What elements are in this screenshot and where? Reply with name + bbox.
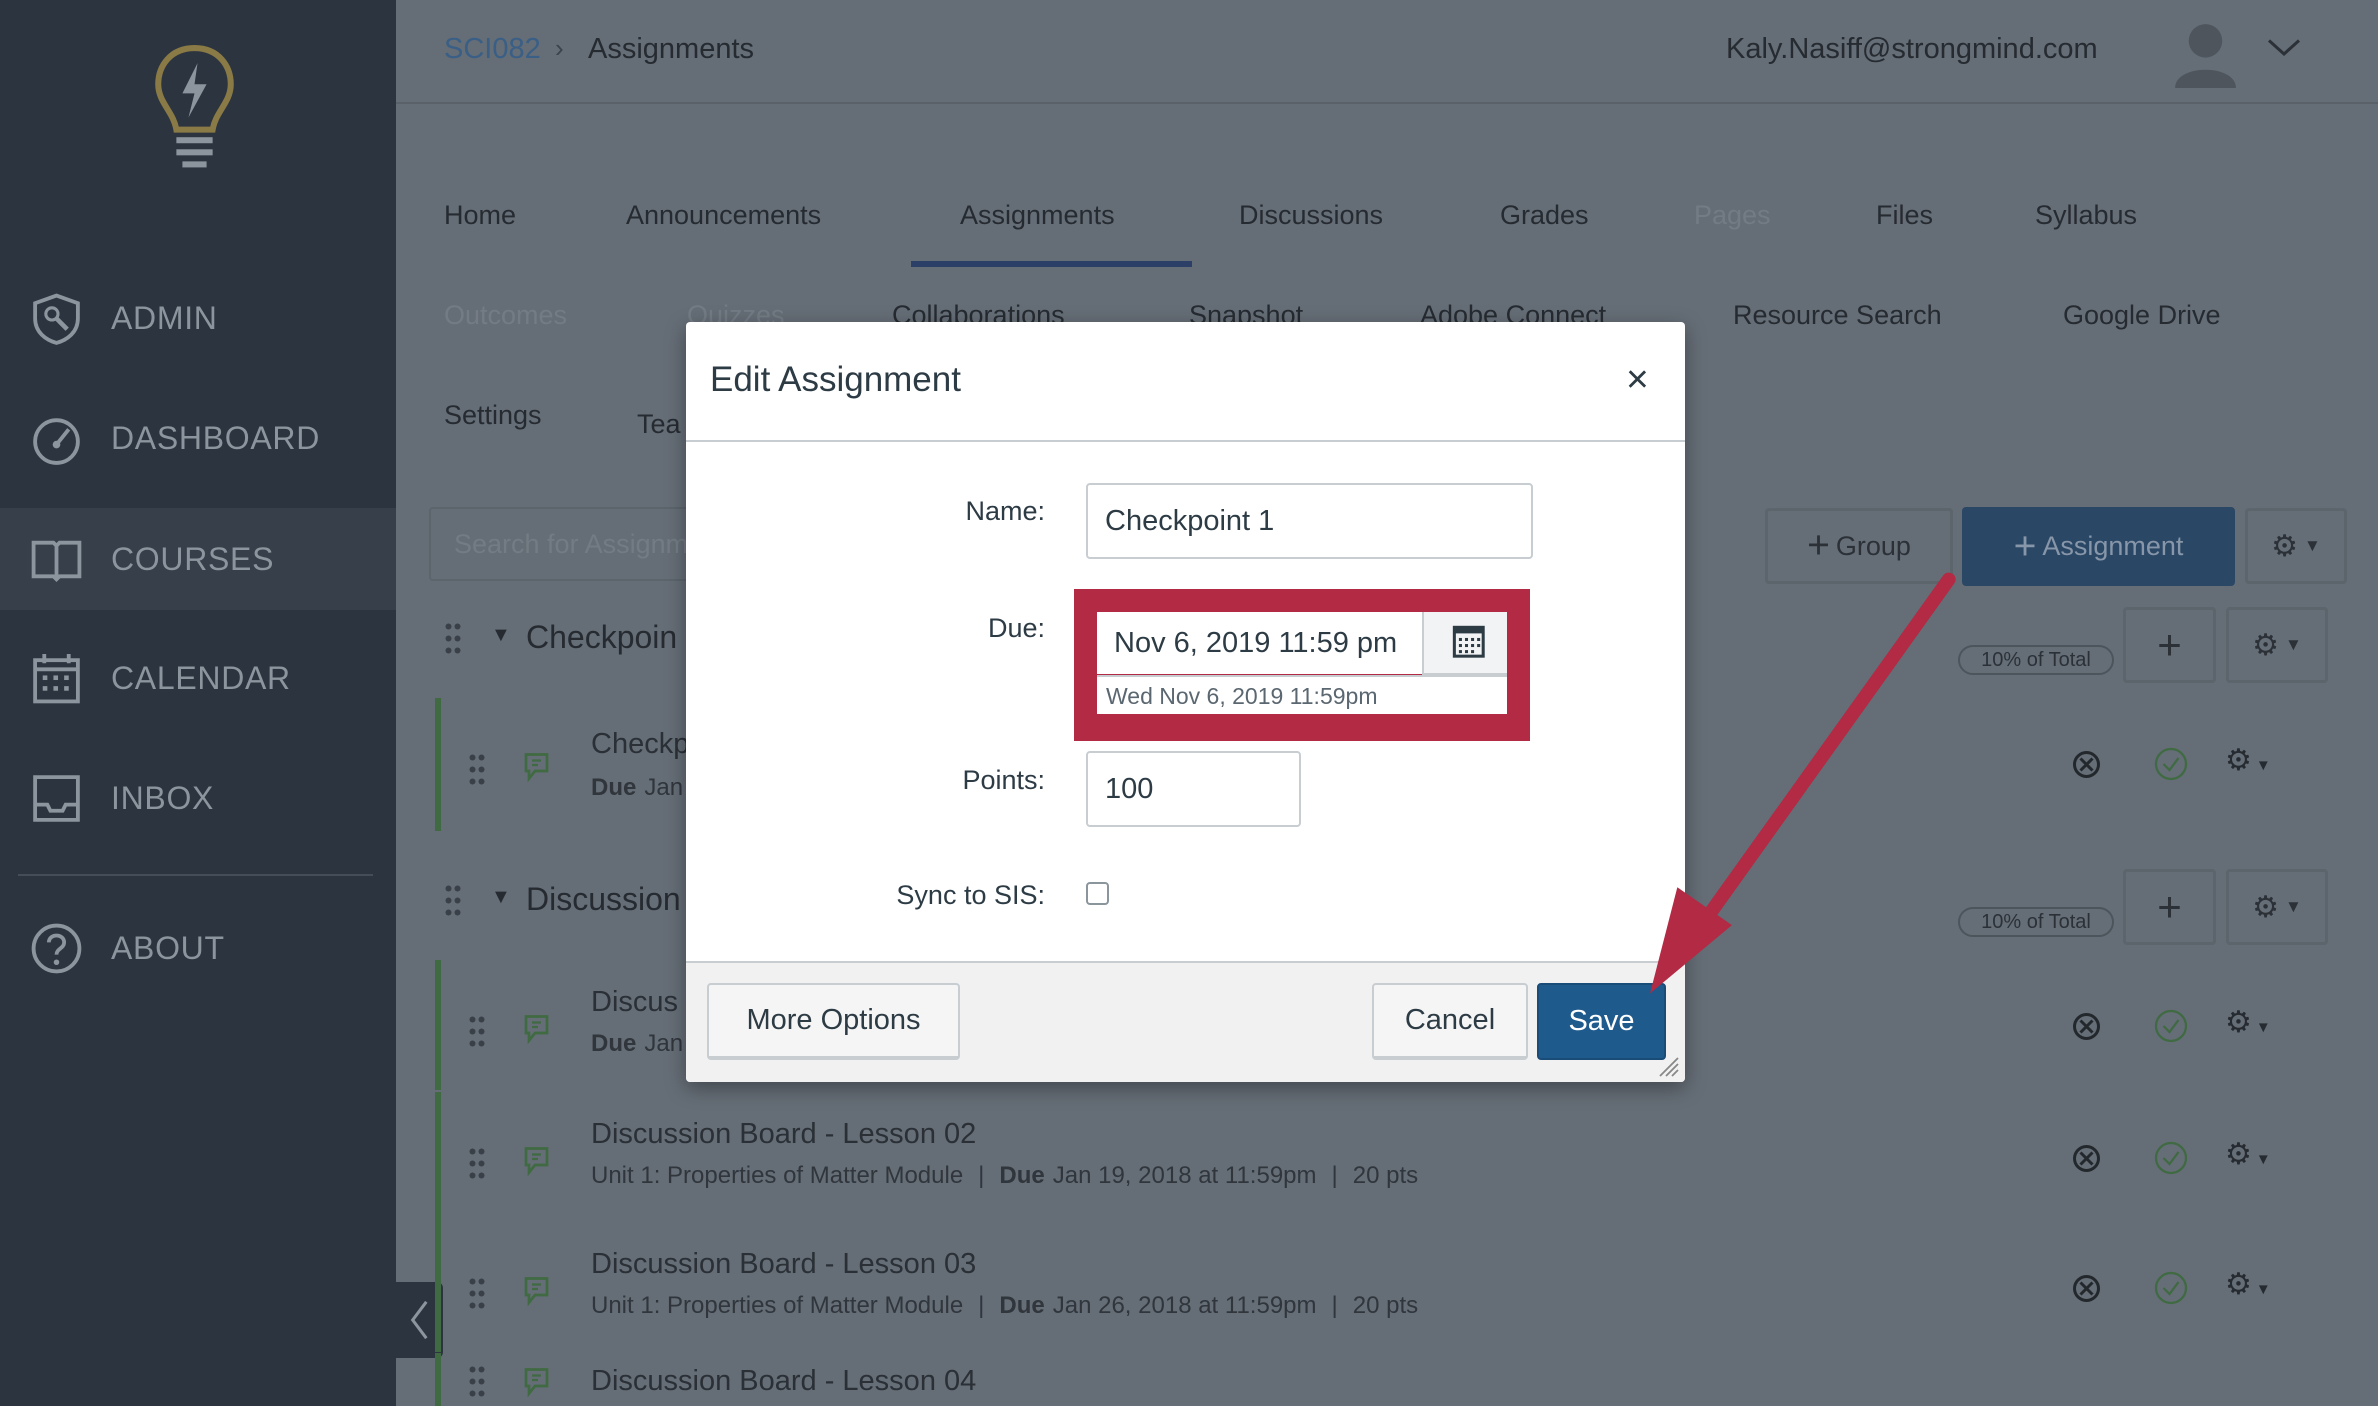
annotation-arrow-icon (1650, 572, 1956, 994)
